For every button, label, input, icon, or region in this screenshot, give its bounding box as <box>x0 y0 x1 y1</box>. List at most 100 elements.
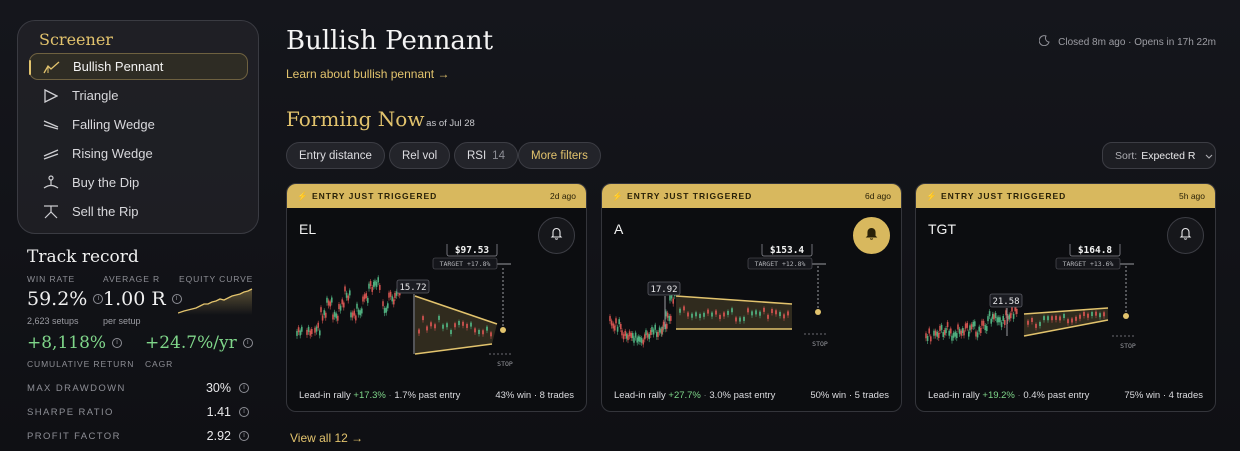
info-icon[interactable]: i <box>242 338 253 348</box>
candle <box>936 331 938 337</box>
candle <box>743 316 745 321</box>
setup-card-el[interactable]: ⚡ ENTRY JUST TRIGGERED 2d ago EL 15.72 $9… <box>286 183 587 412</box>
candle <box>470 322 472 327</box>
sidebar-item-rising-wedge[interactable]: Rising Wedge <box>29 140 248 167</box>
sidebar-item-falling-wedge[interactable]: Falling Wedge <box>29 111 248 138</box>
candle <box>739 317 741 322</box>
candle <box>388 292 390 298</box>
candle <box>964 323 967 329</box>
candle <box>960 330 962 336</box>
view-all-link[interactable]: View all 12 → <box>290 431 363 445</box>
candle <box>1087 313 1089 318</box>
candle <box>957 324 959 330</box>
candle <box>363 294 366 300</box>
card-banner: ⚡ ENTRY JUST TRIGGERED 5h ago <box>916 184 1215 208</box>
card-ticker: A <box>614 221 624 237</box>
setup-card-tgt[interactable]: ⚡ ENTRY JUST TRIGGERED 5h ago TGT 21.58 $… <box>915 183 1216 412</box>
candle <box>988 311 991 317</box>
info-icon[interactable]: i <box>93 294 104 304</box>
candle <box>317 322 319 328</box>
candle <box>371 286 373 292</box>
candle <box>621 330 623 336</box>
candle <box>490 332 492 337</box>
candle <box>478 329 480 334</box>
candle <box>783 314 785 319</box>
market-status: Closed 8m ago · Opens in 17h 22m <box>1038 35 1216 49</box>
candle <box>391 296 393 302</box>
stop-label: STOP <box>1120 342 1136 350</box>
candle <box>615 318 617 324</box>
candle <box>375 281 378 287</box>
learn-link[interactable]: Learn about bullish pennant → <box>286 67 449 81</box>
candle <box>970 324 973 330</box>
candle <box>306 329 308 335</box>
candle <box>307 326 310 332</box>
candle <box>379 284 381 290</box>
candle <box>329 301 331 307</box>
candle <box>482 330 484 335</box>
candle <box>374 280 376 286</box>
candle <box>934 330 937 336</box>
card-stats: 75% win · 4 trades <box>1124 390 1203 401</box>
candle <box>666 312 669 318</box>
candle <box>1071 318 1073 323</box>
candle <box>963 330 965 336</box>
candle <box>1103 312 1105 317</box>
candle <box>952 332 955 338</box>
filter-rsi[interactable]: RSI 14 <box>454 142 518 169</box>
candle <box>622 334 625 340</box>
candle <box>984 325 986 331</box>
candle <box>1035 323 1037 328</box>
info-icon[interactable]: i <box>239 431 249 441</box>
candle <box>394 292 396 298</box>
candle <box>767 314 769 319</box>
per-setup-label: per setup <box>103 316 141 326</box>
more-filters-button[interactable]: More filters <box>518 142 601 169</box>
candle <box>996 317 998 323</box>
candle <box>940 324 943 330</box>
candle <box>751 311 753 316</box>
sidebar-item-buy-the-dip[interactable]: Buy the Dip <box>29 169 248 196</box>
pole-height-label: 21.58 <box>992 297 1019 307</box>
candle <box>648 334 650 340</box>
candle <box>695 312 697 317</box>
candle <box>958 328 961 334</box>
candle <box>1059 316 1061 321</box>
candle <box>331 297 333 303</box>
candle <box>466 323 468 328</box>
candle <box>616 326 619 332</box>
sidebar-item-sell-the-rip[interactable]: Sell the Rip <box>29 198 248 225</box>
sidebar-item-bullish-pennant[interactable]: Bullish Pennant <box>29 53 248 80</box>
card-ticker: TGT <box>928 221 956 237</box>
candle <box>950 328 952 334</box>
sort-dropdown[interactable]: Sort: Expected R <box>1102 142 1216 169</box>
candle <box>994 312 997 318</box>
card-stats: 50% win · 5 trades <box>810 390 889 401</box>
lightning-icon: ⚡ <box>297 190 309 201</box>
candle <box>335 313 337 319</box>
candle <box>301 326 303 332</box>
candle <box>1008 314 1010 320</box>
candle <box>362 296 364 302</box>
candle <box>975 331 977 337</box>
candle <box>1095 311 1097 316</box>
filter-rel-vol[interactable]: Rel vol <box>389 142 451 169</box>
candle <box>357 309 360 315</box>
info-icon[interactable]: i <box>239 407 249 417</box>
candle <box>946 322 949 328</box>
info-icon[interactable]: i <box>239 383 249 393</box>
setup-card-a[interactable]: ⚡ ENTRY JUST TRIGGERED 6d ago A 17.92 $15… <box>601 183 902 412</box>
info-icon[interactable]: i <box>112 338 123 348</box>
buy-dip-icon <box>42 174 59 191</box>
candle <box>344 286 346 292</box>
entry-dot <box>500 327 506 333</box>
candle <box>928 328 930 334</box>
filter-entry-distance[interactable]: Entry distance <box>286 142 385 169</box>
candle <box>779 312 781 317</box>
candle <box>925 333 927 339</box>
candle <box>296 330 298 336</box>
candle <box>759 311 761 316</box>
candle <box>711 312 713 317</box>
moon-icon <box>1038 35 1050 49</box>
sidebar-item-triangle[interactable]: Triangle <box>29 82 248 109</box>
